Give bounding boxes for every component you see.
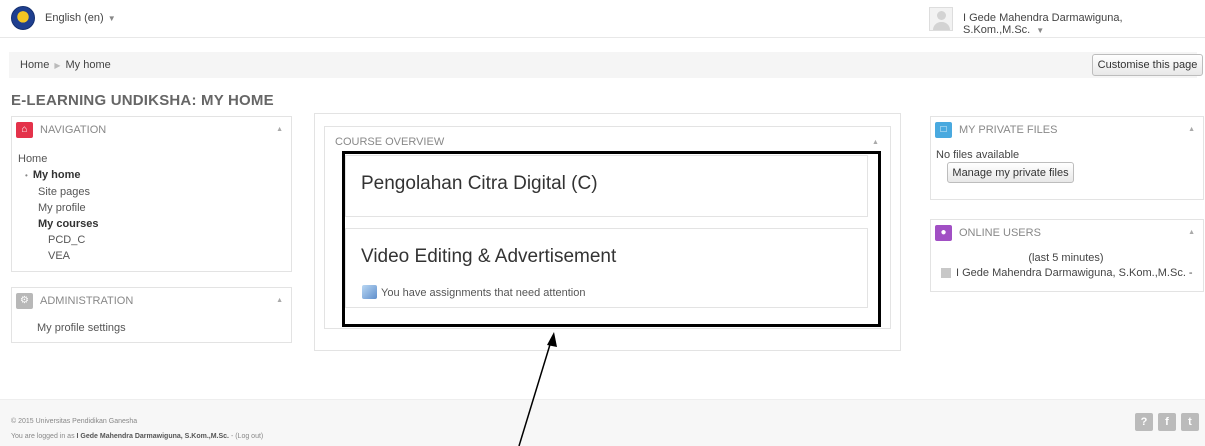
user-menu[interactable]: I Gede Mahendra Darmawiguna, S.Kom.,M.Sc… — [963, 12, 1205, 36]
manage-private-files-button[interactable]: Manage my private files — [947, 162, 1074, 183]
nav-item-my-courses[interactable]: My courses — [18, 216, 99, 232]
course-card[interactable]: Video Editing & Advertisement You have a… — [345, 228, 868, 308]
collapse-icon[interactable]: ▲ — [1188, 126, 1195, 133]
customise-page-button[interactable]: Customise this page — [1092, 54, 1203, 76]
chevron-down-icon: ▼ — [107, 14, 116, 23]
breadcrumb: Home ▶ My home — [20, 59, 111, 71]
online-user-name: I Gede Mahendra Darmawiguna, S.Kom.,M.Sc… — [956, 267, 1193, 279]
settings-icon: ⚙ — [16, 293, 33, 309]
private-files-block-header: □ MY PRIVATE FILES ▲ — [931, 117, 1203, 141]
university-logo[interactable] — [11, 6, 35, 30]
navigation-tree: Home • My home Site pages My profile My c… — [18, 151, 99, 264]
profile-settings-link[interactable]: My profile settings — [37, 322, 126, 334]
course-title-link[interactable]: Video Editing & Advertisement — [361, 246, 616, 268]
login-status-prefix: You are logged in as — [11, 433, 77, 440]
navigation-title: NAVIGATION — [40, 124, 107, 136]
nav-item-home[interactable]: Home — [18, 151, 99, 167]
no-files-message: No files available — [936, 149, 1020, 161]
assignment-notice-text: You have assignments that need attention — [381, 287, 586, 299]
language-label: English (en) — [45, 12, 104, 24]
page-footer: © 2015 Universitas Pendidikan Ganesha Yo… — [0, 399, 1205, 446]
assignment-notice[interactable]: You have assignments that need attention — [362, 285, 585, 299]
facebook-icon[interactable]: f — [1158, 413, 1176, 431]
private-files-block: □ MY PRIVATE FILES ▲ No files available … — [930, 116, 1204, 200]
nav-course-pcd-c[interactable]: PCD_C — [18, 232, 99, 248]
navigation-block: ⌂ NAVIGATION ▲ Home • My home Site pages … — [11, 116, 292, 272]
nav-item-site-pages[interactable]: Site pages — [18, 184, 99, 200]
private-files-title: MY PRIVATE FILES — [959, 124, 1058, 136]
online-users-block-header: ● ONLINE USERS ▲ — [931, 220, 1203, 244]
course-overview-title: COURSE OVERVIEW — [335, 136, 445, 148]
administration-title: ADMINISTRATION — [40, 295, 134, 307]
collapse-icon[interactable]: ▲ — [872, 139, 879, 146]
course-title-link[interactable]: Pengolahan Citra Digital (C) — [361, 173, 598, 195]
breadcrumb-home-link[interactable]: Home — [20, 59, 49, 71]
collapse-icon[interactable]: ▲ — [276, 297, 283, 304]
breadcrumb-separator-icon: ▶ — [54, 61, 61, 70]
chevron-down-icon: ▼ — [1036, 26, 1045, 35]
nav-item-my-profile[interactable]: My profile — [18, 200, 99, 216]
twitter-icon[interactable]: t — [1181, 413, 1199, 431]
user-avatar[interactable] — [929, 7, 953, 31]
administration-block-header: ⚙ ADMINISTRATION ▲ — [12, 288, 291, 312]
nav-course-vea[interactable]: VEA — [18, 248, 99, 264]
collapse-icon[interactable]: ▲ — [1188, 229, 1195, 236]
folder-icon: □ — [935, 122, 952, 138]
online-users-block: ● ONLINE USERS ▲ (last 5 minutes) I Gede… — [930, 219, 1204, 292]
logout-link[interactable]: - (Log out) — [229, 433, 263, 440]
online-user-item[interactable]: I Gede Mahendra Darmawiguna, S.Kom.,M.Sc… — [941, 267, 1193, 279]
collapse-icon[interactable]: ▲ — [276, 126, 283, 133]
assignment-icon — [362, 285, 377, 299]
online-users-range: (last 5 minutes) — [1028, 252, 1104, 264]
top-navigation-bar: English (en) ▼ I Gede Mahendra Darmawigun… — [0, 0, 1205, 38]
breadcrumb-current[interactable]: My home — [66, 59, 111, 71]
nav-item-label: My home — [32, 169, 81, 181]
language-menu[interactable]: English (en) ▼ — [45, 12, 116, 24]
navigation-icon: ⌂ — [16, 122, 33, 138]
user-icon — [941, 268, 951, 278]
login-status: You are logged in as I Gede Mahendra Dar… — [11, 433, 263, 440]
nav-item-my-home[interactable]: • My home — [18, 167, 99, 184]
logged-in-user-link[interactable]: I Gede Mahendra Darmawiguna, S.Kom.,M.Sc… — [77, 433, 229, 440]
online-users-title: ONLINE USERS — [959, 227, 1041, 239]
page-title: E-LEARNING UNDIKSHA: MY HOME — [11, 92, 274, 109]
breadcrumb-bar: Home ▶ My home — [9, 52, 1197, 78]
navigation-block-header: ⌂ NAVIGATION ▲ — [12, 117, 291, 141]
course-card[interactable]: Pengolahan Citra Digital (C) — [345, 155, 868, 217]
users-icon: ● — [935, 225, 952, 241]
bullet-icon: • — [25, 171, 28, 180]
help-icon[interactable]: ? — [1135, 413, 1153, 431]
copyright-text: © 2015 Universitas Pendidikan Ganesha — [11, 418, 138, 425]
administration-block: ⚙ ADMINISTRATION ▲ My profile settings — [11, 287, 292, 343]
